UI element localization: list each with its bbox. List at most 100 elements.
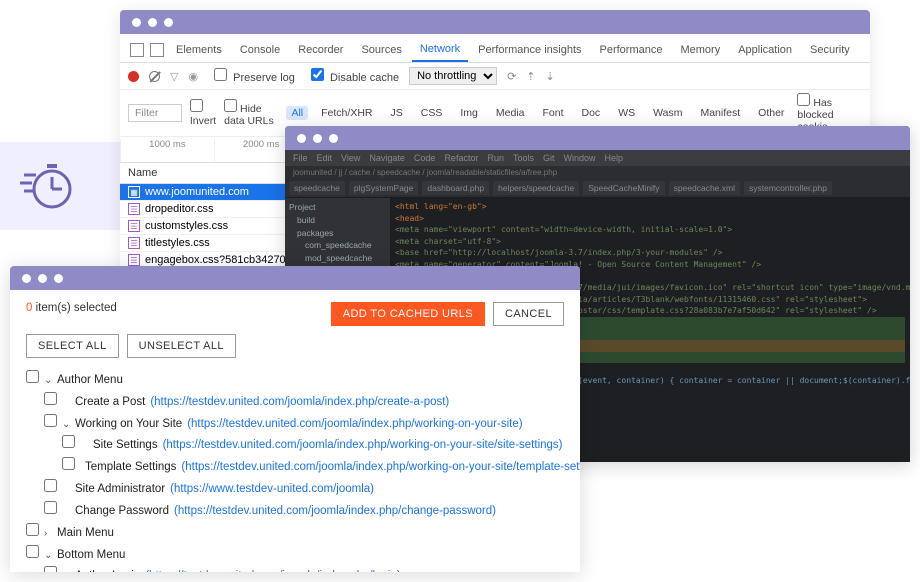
tree-url: (https://testdev.united.com/joomla/index… <box>145 568 400 572</box>
tree-row[interactable]: ⌄ Working on Your Site (https://testdev.u… <box>26 412 564 434</box>
throttling-select[interactable]: No throttling <box>409 67 497 85</box>
disable-cache-toggle[interactable]: Disable cache <box>305 68 399 84</box>
type-fetch[interactable]: Fetch/XHR <box>316 106 377 120</box>
tab-application[interactable]: Application <box>730 39 800 61</box>
editor-tabs[interactable]: speedcacheplgSystemPagedashboard.phphelp… <box>285 179 910 198</box>
css-icon: ☰ <box>128 237 140 249</box>
type-wasm[interactable]: Wasm <box>648 106 687 120</box>
device-icon[interactable] <box>150 43 164 57</box>
type-font[interactable]: Font <box>537 106 568 120</box>
chevron-down-icon[interactable]: ⌄ <box>44 373 52 389</box>
tree-label: Working on Your Site <box>75 416 182 434</box>
cancel-button[interactable]: CANCEL <box>493 302 564 326</box>
tree-label: Site Administrator <box>75 481 165 499</box>
tree-url: (https://www.testdev-united.com/joomla) <box>170 481 374 499</box>
tree-row[interactable]: Site Administrator (https://www.testdev-… <box>26 477 564 499</box>
cache-dialog: 0 item(s) selected ADD TO CACHED URLS CA… <box>10 266 580 572</box>
unselect-all-button[interactable]: UNSELECT ALL <box>127 334 236 358</box>
tab-sources[interactable]: Sources <box>353 39 409 61</box>
type-ws[interactable]: WS <box>613 106 640 120</box>
traffic-dot[interactable] <box>313 134 322 143</box>
css-icon: ☰ <box>128 203 140 215</box>
select-all-button[interactable]: SELECT ALL <box>26 334 119 358</box>
wifi-icon[interactable]: ⟳ <box>507 70 516 83</box>
traffic-dot[interactable] <box>297 134 306 143</box>
row-checkbox[interactable] <box>44 414 57 427</box>
tree-row[interactable]: Create a Post (https://testdev.united.co… <box>26 390 564 412</box>
tab-console[interactable]: Console <box>232 39 288 61</box>
download-icon[interactable]: ⇣ <box>546 70 555 83</box>
chevron-right-icon[interactable]: › <box>44 526 52 542</box>
tree-row[interactable]: ⌄ Bottom Menu <box>26 543 564 565</box>
css-icon: ☰ <box>128 254 140 266</box>
hide-dataurls-toggle[interactable]: Hide data URLs <box>224 99 278 127</box>
doc-icon: ▦ <box>128 186 140 198</box>
row-checkbox[interactable] <box>26 545 39 558</box>
tree-label: Author Menu <box>57 372 123 390</box>
traffic-dot[interactable] <box>54 274 63 283</box>
row-checkbox[interactable] <box>44 566 57 572</box>
row-checkbox[interactable] <box>44 501 57 514</box>
network-toolbar: ▽ ◉ Preserve log Disable cache No thrott… <box>120 63 870 90</box>
tab-elements[interactable]: Elements <box>168 39 230 61</box>
tree-row[interactable]: Site Settings (https://testdev.united.co… <box>26 433 564 455</box>
row-checkbox[interactable] <box>62 435 75 448</box>
tree-label: Create a Post <box>75 394 145 412</box>
tree-row[interactable]: › Main Menu <box>26 521 564 543</box>
css-icon: ☰ <box>128 220 140 232</box>
tab-performance[interactable]: Performance <box>592 39 671 61</box>
ide-menubar[interactable]: FileEditViewNavigateCodeRefactorRunTools… <box>285 150 910 166</box>
type-img[interactable]: Img <box>455 106 483 120</box>
row-checkbox[interactable] <box>62 457 75 470</box>
tab-network[interactable]: Network <box>412 38 468 62</box>
chevron-down-icon[interactable]: ⌄ <box>44 548 52 564</box>
record-icon[interactable] <box>128 71 139 82</box>
traffic-dot[interactable] <box>148 18 157 27</box>
traffic-dot[interactable] <box>22 274 31 283</box>
tree-label: Site Settings <box>93 437 158 455</box>
titlebar <box>120 10 870 34</box>
row-checkbox[interactable] <box>26 370 39 383</box>
tree-label: Main Menu <box>57 525 114 543</box>
invert-toggle[interactable]: Invert <box>190 99 216 127</box>
tree-label: Change Password <box>75 503 169 521</box>
type-js[interactable]: JS <box>386 106 408 120</box>
add-to-cached-button[interactable]: ADD TO CACHED URLS <box>331 302 485 326</box>
traffic-dot[interactable] <box>38 274 47 283</box>
tree-row[interactable]: Template Settings (https://testdev.unite… <box>26 455 564 477</box>
tree-url: (https://testdev.united.com/joomla/index… <box>163 437 563 455</box>
type-manifest[interactable]: Manifest <box>695 106 745 120</box>
type-doc[interactable]: Doc <box>577 106 606 120</box>
clear-icon[interactable] <box>149 71 160 82</box>
chevron-down-icon[interactable]: ⌄ <box>62 417 70 433</box>
filter-input[interactable]: Filter <box>128 104 182 122</box>
traffic-dot[interactable] <box>164 18 173 27</box>
upload-icon[interactable]: ⇡ <box>526 70 535 83</box>
tab-perf-insights[interactable]: Performance insights <box>470 39 589 61</box>
row-checkbox[interactable] <box>44 392 57 405</box>
preserve-log-toggle[interactable]: Preserve log <box>208 68 295 84</box>
row-checkbox[interactable] <box>44 479 57 492</box>
row-checkbox[interactable] <box>26 523 39 536</box>
tree-label: Bottom Menu <box>57 547 125 565</box>
tab-security[interactable]: Security <box>802 39 858 61</box>
traffic-dot[interactable] <box>329 134 338 143</box>
url-tree: ⌄Author MenuCreate a Post (https://testd… <box>10 368 580 572</box>
traffic-dot[interactable] <box>132 18 141 27</box>
tab-memory[interactable]: Memory <box>672 39 728 61</box>
tree-url: (https://testdev.united.com/joomla/index… <box>187 416 522 434</box>
devtools-tab-strip: Elements Console Recorder Sources Networ… <box>120 34 870 63</box>
tree-row[interactable]: Author Login (https://testdev.united.com… <box>26 564 564 572</box>
tree-label: Author Login <box>75 568 140 572</box>
tree-row[interactable]: ⌄ Author Menu <box>26 368 564 390</box>
type-media[interactable]: Media <box>491 106 530 120</box>
tree-label: Template Settings <box>85 459 176 477</box>
type-other[interactable]: Other <box>753 106 789 120</box>
tab-recorder[interactable]: Recorder <box>290 39 351 61</box>
inspect-icon[interactable] <box>130 43 144 57</box>
type-all[interactable]: All <box>286 106 308 120</box>
tree-row[interactable]: Change Password (https://testdev.united.… <box>26 499 564 521</box>
titlebar <box>285 126 910 150</box>
type-css[interactable]: CSS <box>416 106 448 120</box>
titlebar <box>10 266 580 290</box>
